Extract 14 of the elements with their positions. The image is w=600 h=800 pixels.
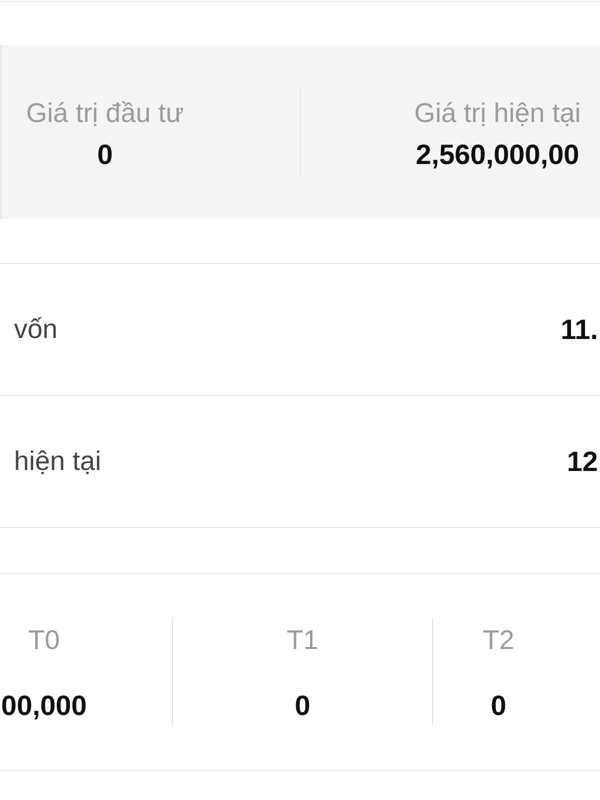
metric-value: 12 [566, 446, 598, 478]
summary-value: 2,560,000,00 [416, 138, 580, 172]
metric-value: 11. [560, 314, 598, 346]
summary-label: Giá trị hiện tại [414, 97, 581, 130]
session-value: 00,000 [1, 689, 87, 723]
session-label: T1 [286, 624, 318, 657]
session-value: 0 [294, 689, 310, 723]
session-value: 0 [490, 689, 506, 723]
summary-value: 0 [97, 138, 113, 172]
metric-label: vốn [14, 314, 58, 345]
summary-label: Giá trị đầu tư [26, 97, 184, 130]
session-label: T0 [28, 624, 60, 657]
metric-label: hiện tại [14, 446, 102, 477]
session-label: T2 [482, 624, 514, 657]
